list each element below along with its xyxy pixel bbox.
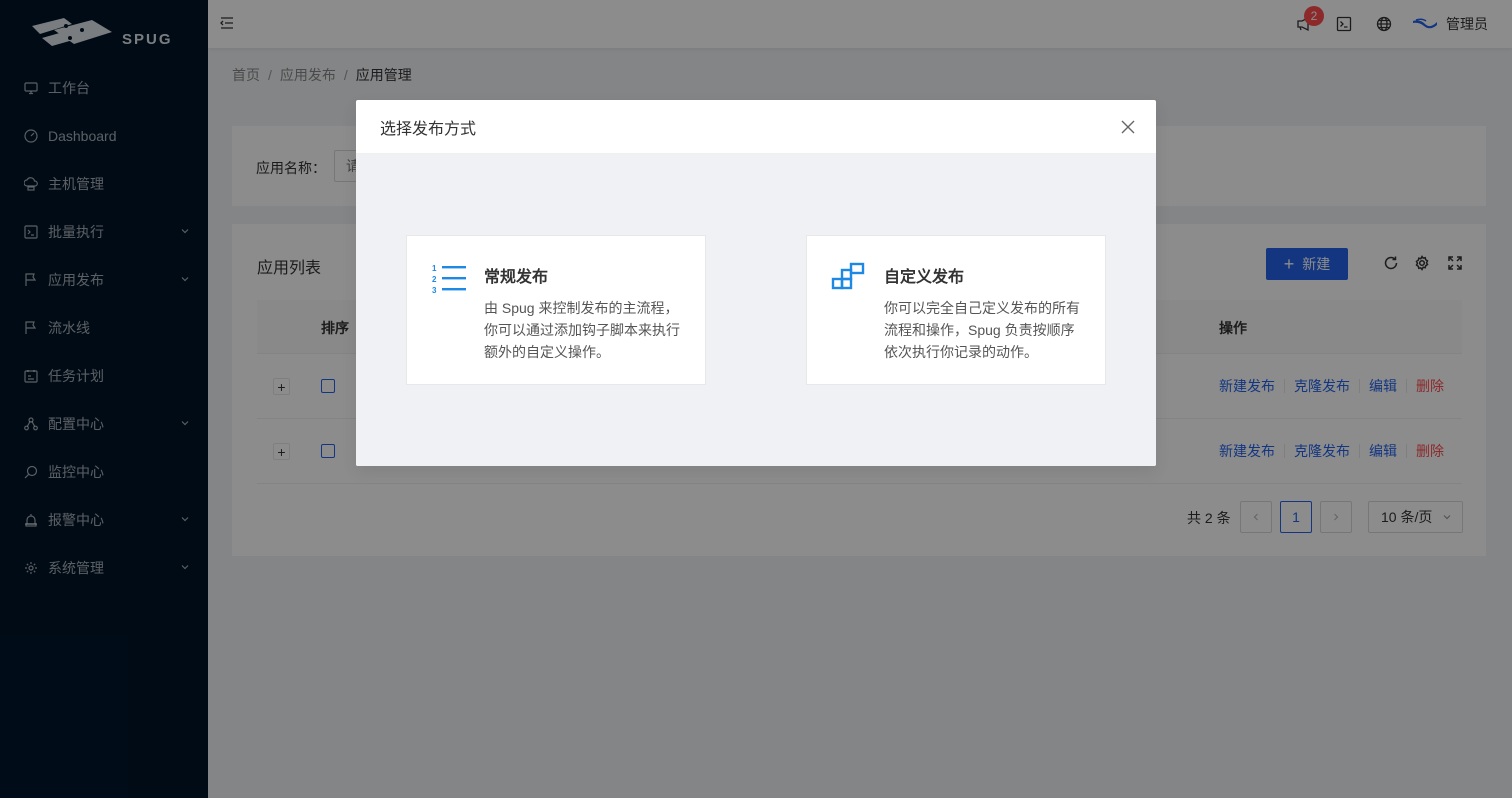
option-description: 由 Spug 来控制发布的主流程，你可以通过添加钩子脚本来执行额外的自定义操作。 xyxy=(484,300,680,360)
custom-deploy-option[interactable]: 自定义发布 你可以完全自己定义发布的所有流程和操作，Spug 负责按顺序依次执行… xyxy=(806,235,1106,385)
svg-text:2: 2 xyxy=(432,275,437,284)
option-description: 你可以完全自己定义发布的所有流程和操作，Spug 负责按顺序依次执行你记录的动作… xyxy=(884,300,1080,360)
svg-text:1: 1 xyxy=(432,264,437,273)
option-title: 常规发布 xyxy=(484,269,549,286)
modal-header: 选择发布方式 xyxy=(356,100,1156,154)
modal-body: 1 2 3 常规发布 由 Spug 来控制发布的主流程，你可以通过添加钩子脚本来… xyxy=(356,154,1156,466)
build-icon xyxy=(831,262,865,290)
close-icon[interactable] xyxy=(1118,117,1138,137)
ordered-list-icon: 1 2 3 xyxy=(432,264,466,295)
select-deploy-type-modal: 选择发布方式 1 2 3 常规发布 由 Spug 来控制发布的主流程，你可以通过… xyxy=(356,100,1156,466)
regular-deploy-option[interactable]: 1 2 3 常规发布 由 Spug 来控制发布的主流程，你可以通过添加钩子脚本来… xyxy=(406,235,706,385)
option-title: 自定义发布 xyxy=(884,269,965,286)
svg-text:3: 3 xyxy=(432,286,437,295)
modal-title: 选择发布方式 xyxy=(380,120,477,138)
